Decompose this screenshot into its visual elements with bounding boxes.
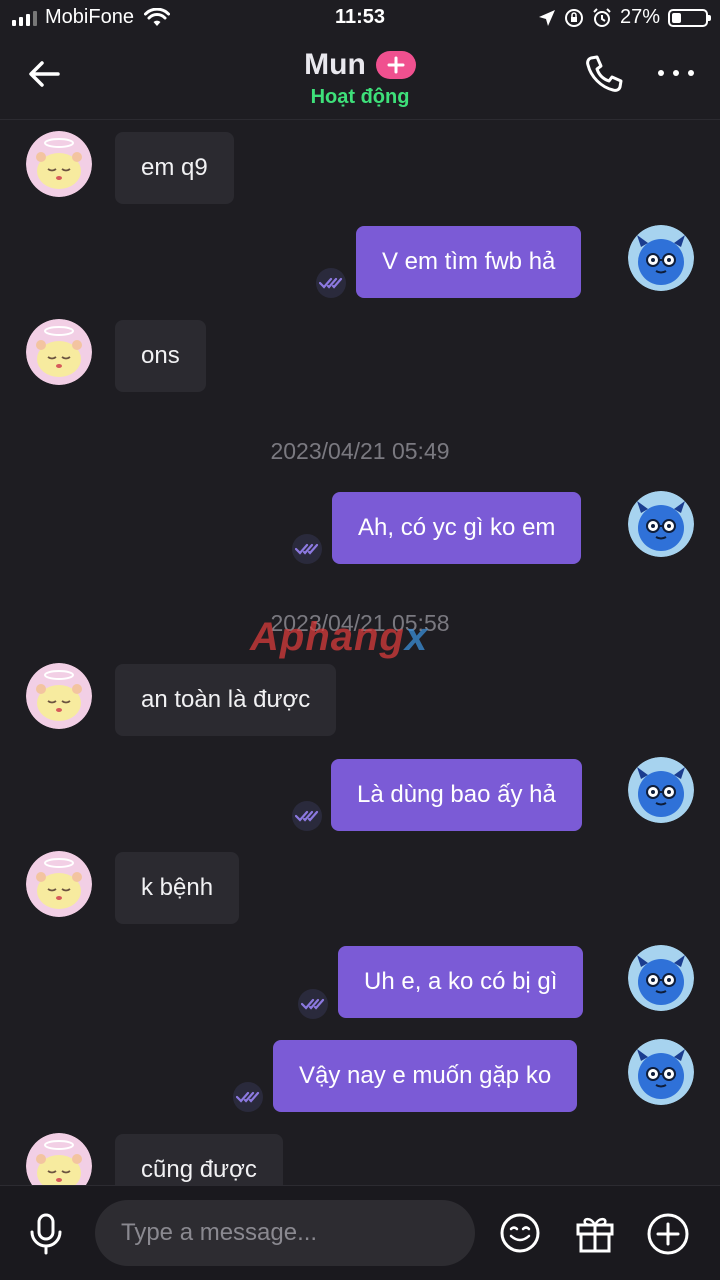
watermark-text: Aphang xyxy=(250,615,405,659)
mic-icon[interactable] xyxy=(26,1212,66,1256)
my-avatar[interactable] xyxy=(628,1039,694,1105)
incoming-message[interactable]: ons xyxy=(115,320,206,392)
watermark-logo: Aphangx xyxy=(250,615,428,660)
incoming-message[interactable]: cũng được xyxy=(115,1134,283,1185)
rotation-lock-icon xyxy=(564,8,583,27)
gift-icon[interactable] xyxy=(574,1212,616,1254)
outgoing-message[interactable]: Ah, có yc gì ko em xyxy=(332,492,582,564)
battery-percent: 27% xyxy=(619,6,660,28)
message-input[interactable] xyxy=(95,1200,475,1266)
contact-avatar[interactable] xyxy=(26,851,92,917)
outgoing-message[interactable]: Vậy nay e muốn gặp ko xyxy=(273,1040,578,1112)
incoming-message[interactable]: k bệnh xyxy=(115,852,240,924)
contact-avatar[interactable] xyxy=(26,663,92,729)
contact-avatar[interactable] xyxy=(26,1133,92,1185)
double-check-icon xyxy=(292,534,322,564)
my-avatar[interactable] xyxy=(628,491,694,557)
my-avatar[interactable] xyxy=(628,757,694,823)
outgoing-message[interactable]: Uh e, a ko có bị gì xyxy=(338,946,584,1018)
watermark-text-suffix: x xyxy=(404,615,429,659)
battery-icon xyxy=(668,8,711,27)
status-bar: MobiFone 11:53 27% xyxy=(0,0,720,36)
double-check-icon xyxy=(316,268,346,298)
contact-avatar[interactable] xyxy=(26,131,92,197)
chat-header: Mun Hoạt động xyxy=(0,36,720,120)
plus-badge xyxy=(375,51,416,79)
contact-name: Mun xyxy=(304,48,366,81)
incoming-message[interactable]: an toàn là được xyxy=(115,664,337,736)
plus-circle-icon[interactable] xyxy=(646,1212,690,1256)
message-list[interactable]: em q9 V em tìm fwb hả ons 2023/04/21 05:… xyxy=(0,121,720,1185)
double-check-icon xyxy=(298,989,328,1019)
plus-icon xyxy=(387,56,405,74)
dot-icon xyxy=(658,70,664,76)
emoji-icon[interactable] xyxy=(499,1212,541,1254)
dot-icon xyxy=(688,70,694,76)
composer-bar xyxy=(0,1185,720,1280)
outgoing-message[interactable]: V em tìm fwb hả xyxy=(356,226,582,298)
timestamp: 2023/04/21 05:49 xyxy=(270,438,450,464)
double-check-icon xyxy=(233,1082,263,1112)
phone-icon[interactable] xyxy=(582,52,626,96)
more-options-button[interactable] xyxy=(654,58,698,88)
dot-icon xyxy=(673,70,679,76)
double-check-icon xyxy=(292,801,322,831)
location-arrow-icon xyxy=(538,9,555,26)
my-avatar[interactable] xyxy=(628,225,694,291)
outgoing-message[interactable]: Là dùng bao ấy hả xyxy=(331,759,582,831)
contact-avatar[interactable] xyxy=(26,319,92,385)
my-avatar[interactable] xyxy=(628,945,694,1011)
incoming-message[interactable]: em q9 xyxy=(115,132,234,204)
alarm-icon xyxy=(593,7,611,27)
status-right: 27% xyxy=(538,6,711,29)
